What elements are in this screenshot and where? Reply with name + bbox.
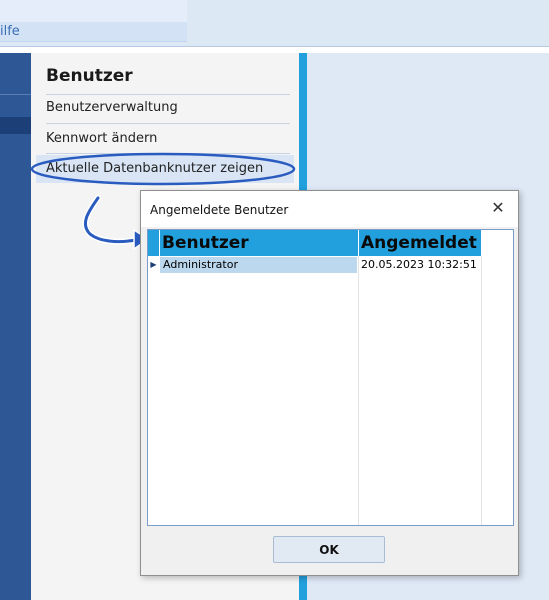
sidebar-selected-item[interactable]: [0, 117, 31, 134]
table-cell-user[interactable]: Administrator: [160, 257, 357, 273]
ribbon-area: [0, 0, 187, 42]
menu-bar: ilfe: [0, 0, 549, 47]
highlight-oval: [30, 152, 296, 186]
row-indicator-icon: ▶: [150, 260, 157, 269]
panel-divider: [46, 94, 290, 95]
panel-item-user-management[interactable]: Benutzerverwaltung: [46, 100, 178, 115]
logged-in-users-dialog: Angemeldete Benutzer ✕ Benutzer Angemeld…: [140, 190, 519, 576]
users-grid[interactable]: Benutzer Angemeldet ▶ Administrator 20.0…: [147, 229, 514, 526]
grid-column-divider: [481, 256, 482, 525]
navigation-sidebar: [0, 53, 31, 600]
dialog-title: Angemeldete Benutzer: [150, 203, 289, 217]
table-cell-logged-in[interactable]: 20.05.2023 10:32:51: [359, 257, 481, 273]
column-header-user[interactable]: Benutzer: [160, 230, 358, 256]
ok-button[interactable]: OK: [273, 536, 385, 563]
panel-item-change-password[interactable]: Kennwort ändern: [46, 131, 157, 146]
panel-title: Benutzer: [46, 66, 133, 86]
panel-divider: [46, 123, 290, 124]
grid-column-divider: [358, 256, 359, 525]
menu-item-help[interactable]: ilfe: [0, 24, 20, 39]
column-header-logged-in[interactable]: Angemeldet: [359, 230, 481, 256]
close-icon[interactable]: ✕: [488, 198, 508, 218]
dialog-titlebar: Angemeldete Benutzer ✕: [141, 191, 518, 227]
grid-corner-header: [148, 230, 159, 256]
ribbon-top: [0, 0, 187, 22]
sidebar-divider: [0, 94, 31, 95]
